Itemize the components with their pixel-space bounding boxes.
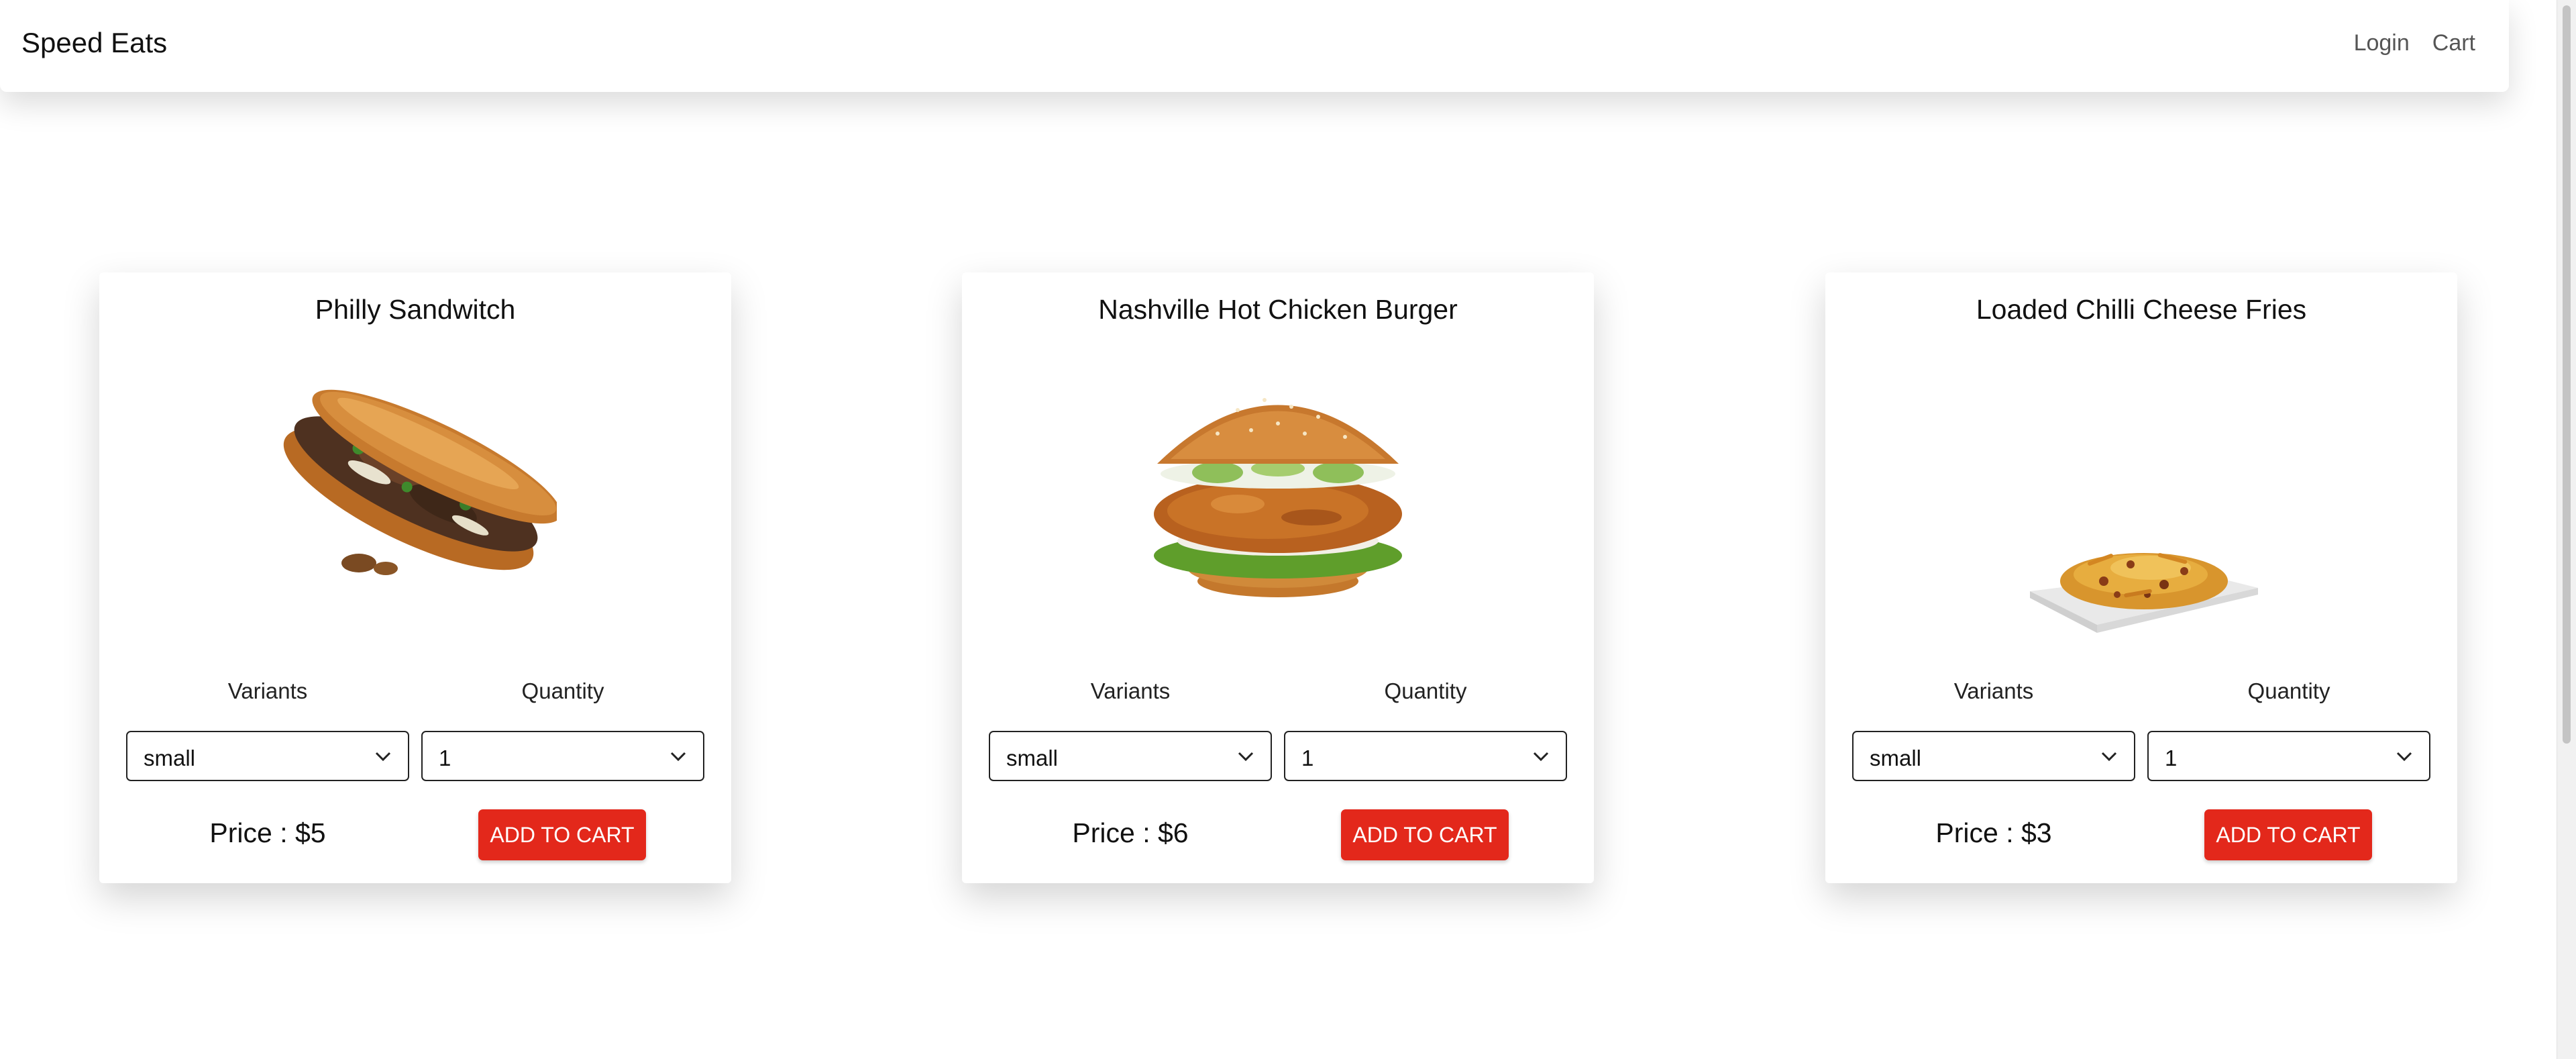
quantity-value: 1 [2165,746,2178,770]
variant-select[interactable]: small [1852,731,2135,781]
chevron-down-icon [1533,752,1549,762]
quantity-select[interactable]: 1 [1284,731,1567,781]
variant-value: small [144,746,196,770]
brand-logo[interactable]: Speed Eats [21,27,167,59]
price-text: Price : $3 [1935,817,2052,848]
price-text: Price : $5 [209,817,326,848]
chevron-down-icon [375,752,391,762]
variant-select[interactable]: small [989,731,1272,781]
navbar: Speed Eats Login Cart [0,0,2509,92]
product-title: Loaded Chilli Cheese Fries [1976,294,2307,325]
quantity-label: Quantity [1384,678,1467,703]
quantity-select[interactable]: 1 [421,731,704,781]
product-card: Philly Sandwitch Variants Quantity small… [99,272,731,883]
quantity-label: Quantity [2247,678,2330,703]
product-card: Loaded Chilli Cheese Fries Variants Quan… [1825,272,2457,883]
quantity-select[interactable]: 1 [2147,731,2430,781]
chicken-burger-image [1154,398,1402,597]
philly-sandwich-image [283,389,557,575]
nav-links: Login Cart [2354,30,2475,56]
page-scrollbar[interactable] [2557,0,2576,1059]
product-card: Nashville Hot Chicken Burger Variants Qu… [962,272,1594,883]
add-to-cart-button[interactable]: ADD TO CART [478,809,646,860]
variant-value: small [1870,746,1922,770]
login-link[interactable]: Login [2354,30,2410,56]
chevron-down-icon [2396,752,2412,762]
cart-link[interactable]: Cart [2432,30,2475,56]
price-text: Price : $6 [1072,817,1189,848]
product-title: Philly Sandwitch [315,294,516,325]
quantity-label: Quantity [521,678,604,703]
cheese-fries-image [2030,553,2258,633]
variant-select[interactable]: small [126,731,409,781]
chevron-down-icon [670,752,686,762]
chevron-down-icon [1238,752,1254,762]
add-to-cart-button[interactable]: ADD TO CART [2204,809,2372,860]
quantity-value: 1 [1301,746,1314,770]
chevron-down-icon [2101,752,2117,762]
add-to-cart-button[interactable]: ADD TO CART [1341,809,1509,860]
variant-value: small [1006,746,1059,770]
variants-label: Variants [1953,678,2034,703]
quantity-value: 1 [439,746,451,770]
scrollbar-thumb[interactable] [2563,5,2571,744]
variants-label: Variants [1090,678,1171,703]
variants-label: Variants [227,678,308,703]
product-title: Nashville Hot Chicken Burger [1098,294,1458,325]
